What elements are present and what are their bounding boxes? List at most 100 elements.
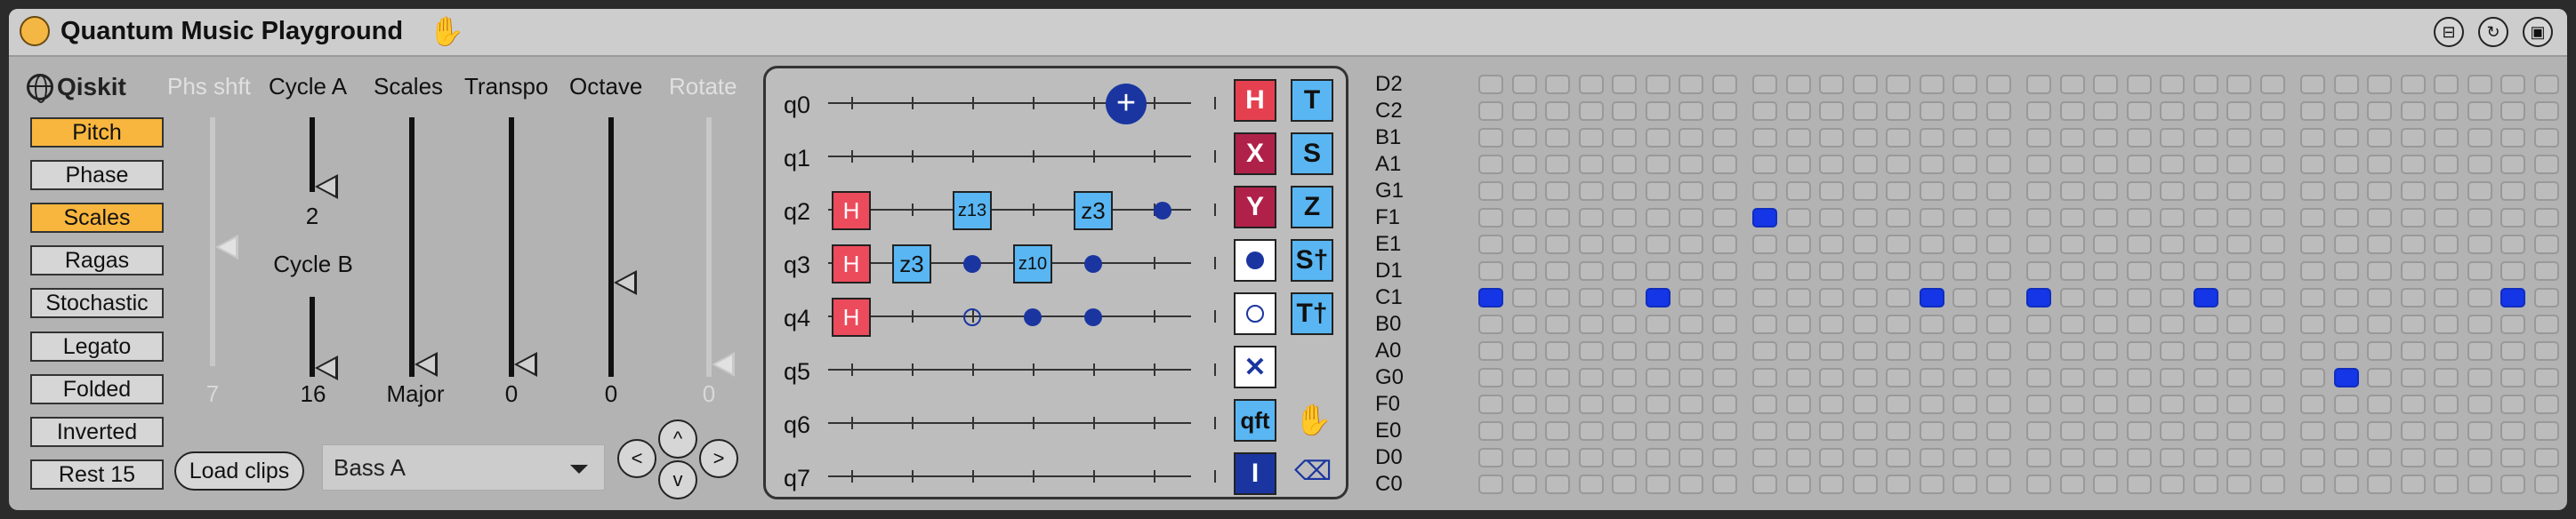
grid-cell[interactable]	[2367, 368, 2392, 387]
grid-cell[interactable]	[1578, 208, 1604, 228]
grid-cell[interactable]	[2259, 421, 2285, 441]
grid-cell[interactable]	[1952, 368, 1977, 387]
grid-cell[interactable]	[2093, 235, 2118, 254]
grid-cell[interactable]	[2126, 315, 2152, 334]
grid-cell[interactable]	[1785, 208, 1811, 228]
grid-cell[interactable]	[1511, 421, 1537, 441]
grid-cell[interactable]	[2226, 395, 2251, 414]
grid-cell[interactable]	[2193, 261, 2218, 281]
grid-cell[interactable]	[2500, 235, 2525, 254]
grid-cell[interactable]	[1545, 448, 1570, 467]
grid-cell[interactable]	[2259, 341, 2285, 361]
grid-cell[interactable]	[1711, 341, 1737, 361]
grid-cell[interactable]	[2259, 395, 2285, 414]
grid-cell[interactable]	[2193, 341, 2218, 361]
grid-cell[interactable]	[1612, 395, 1637, 414]
grid-cell[interactable]	[2093, 181, 2118, 201]
grid-cell[interactable]	[1545, 208, 1570, 228]
grid-cell[interactable]	[1752, 395, 1777, 414]
grid-cell[interactable]	[1852, 128, 1878, 148]
octave-slider[interactable]	[608, 117, 614, 377]
control-dot[interactable]	[1084, 308, 1102, 326]
grid-cell[interactable]	[2126, 155, 2152, 174]
grid-cell[interactable]	[2467, 288, 2492, 307]
grid-cell[interactable]	[2059, 75, 2085, 94]
grid-cell[interactable]	[2533, 181, 2559, 201]
ragas-button[interactable]: Ragas	[30, 245, 164, 275]
grid-cell[interactable]	[1785, 368, 1811, 387]
grid-cell[interactable]	[2500, 315, 2525, 334]
grid-cell[interactable]	[1612, 128, 1637, 148]
grid-cell[interactable]	[2300, 448, 2325, 467]
grid-cell[interactable]	[1645, 101, 1670, 121]
grid-cell[interactable]	[2126, 75, 2152, 94]
gate-h-q4[interactable]: H	[832, 298, 871, 337]
grid-cell[interactable]	[1678, 75, 1703, 94]
grid-cell[interactable]	[1752, 315, 1777, 334]
device-power-button[interactable]	[20, 16, 50, 46]
grid-cell[interactable]	[1886, 421, 1911, 441]
grid-cell[interactable]	[2400, 288, 2426, 307]
grid-cell[interactable]	[1711, 128, 1737, 148]
grid-cell[interactable]	[2259, 75, 2285, 94]
grid-cell[interactable]	[2026, 341, 2051, 361]
grid-cell[interactable]	[2300, 261, 2325, 281]
grid-cell[interactable]	[1752, 261, 1777, 281]
grid-cell[interactable]	[1752, 181, 1777, 201]
grid-cell[interactable]	[2093, 288, 2118, 307]
grid-cell[interactable]	[1752, 288, 1777, 307]
grid-cell[interactable]	[1785, 315, 1811, 334]
grid-cell[interactable]	[2059, 235, 2085, 254]
grid-cell[interactable]	[2093, 448, 2118, 467]
grid-cell[interactable]	[1545, 341, 1570, 361]
grid-cell[interactable]	[1578, 261, 1604, 281]
grid-cell[interactable]	[1952, 395, 1977, 414]
grid-cell[interactable]	[1919, 475, 1944, 494]
grid-cell[interactable]	[2467, 475, 2492, 494]
grid-cell[interactable]	[2333, 475, 2359, 494]
palette-swap[interactable]: ✕	[1234, 346, 1276, 388]
grid-cell[interactable]	[1612, 288, 1637, 307]
grid-cell[interactable]	[2259, 475, 2285, 494]
grid-cell[interactable]	[2059, 208, 2085, 228]
grid-cell[interactable]	[2300, 395, 2325, 414]
gate-h-q3[interactable]: H	[832, 244, 871, 283]
grid-cell[interactable]	[1711, 395, 1737, 414]
grid-cell[interactable]	[1612, 155, 1637, 174]
grid-cell[interactable]	[2367, 181, 2392, 201]
grid-cell[interactable]	[1752, 368, 1777, 387]
inverted-button[interactable]: Inverted	[30, 417, 164, 447]
grid-cell[interactable]	[1678, 368, 1703, 387]
grid-cell[interactable]	[2333, 261, 2359, 281]
grid-cell[interactable]	[2160, 261, 2185, 281]
grid-cell[interactable]	[2259, 261, 2285, 281]
grid-cell[interactable]	[1919, 235, 1944, 254]
cycle-a-slider-handle[interactable]	[315, 174, 338, 199]
palette-h-gate[interactable]: H	[1234, 79, 1276, 122]
grid-cell[interactable]	[2160, 341, 2185, 361]
grid-cell[interactable]	[2533, 155, 2559, 174]
grid-cell[interactable]	[1711, 75, 1737, 94]
grid-cell[interactable]	[1612, 475, 1637, 494]
grid-cell[interactable]	[2400, 208, 2426, 228]
gate-z3-q2[interactable]: z3	[1074, 191, 1113, 230]
grid-cell[interactable]	[1478, 101, 1503, 121]
grid-cell[interactable]	[2434, 75, 2459, 94]
grid-cell-active[interactable]	[2026, 288, 2051, 307]
grid-cell[interactable]	[1819, 101, 1844, 121]
grid-cell[interactable]	[2300, 208, 2325, 228]
grid-cell[interactable]	[2434, 181, 2459, 201]
grid-cell[interactable]	[1886, 208, 1911, 228]
grid-cell[interactable]	[1852, 288, 1878, 307]
grid-cell[interactable]	[2126, 235, 2152, 254]
grid-cell[interactable]	[1752, 128, 1777, 148]
grid-cell[interactable]	[1985, 155, 2011, 174]
grid-cell[interactable]	[1952, 235, 1977, 254]
grid-cell[interactable]	[1985, 475, 2011, 494]
grid-cell[interactable]	[1612, 368, 1637, 387]
grid-cell[interactable]	[1985, 368, 2011, 387]
grid-cell[interactable]	[1852, 421, 1878, 441]
grid-cell[interactable]	[2300, 368, 2325, 387]
grid-cell[interactable]	[2126, 395, 2152, 414]
grid-cell-active[interactable]	[1752, 208, 1777, 228]
